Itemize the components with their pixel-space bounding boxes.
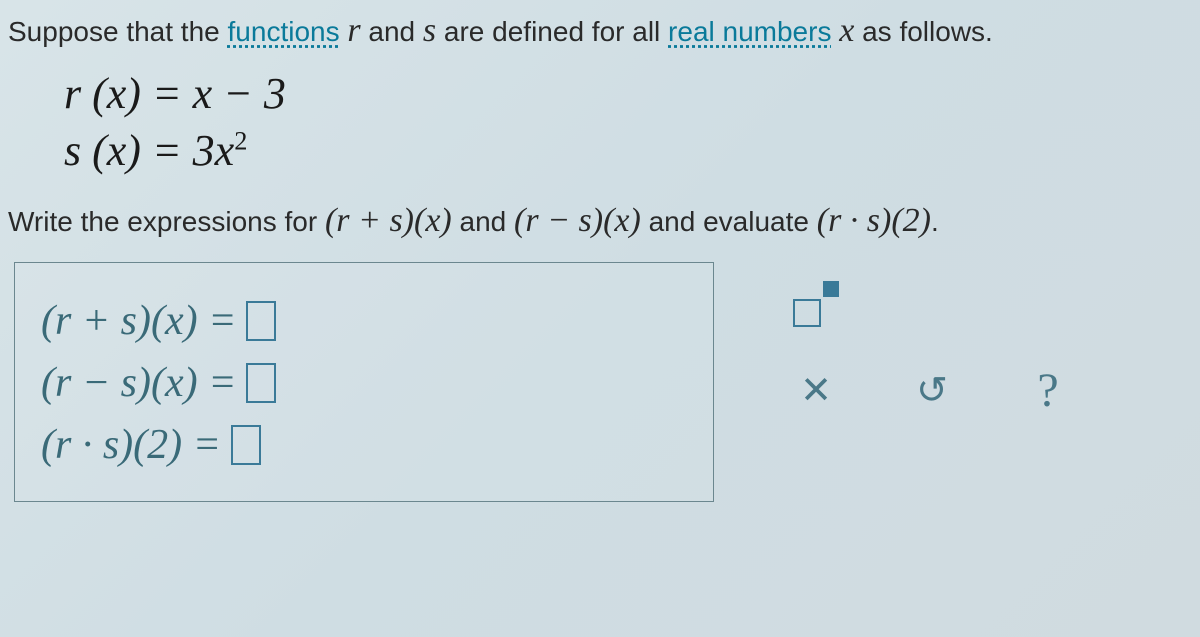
r-definition: r (x) = x − 3 [64,68,1192,119]
functions-link[interactable]: functions [228,16,340,47]
instruction-text: Write the expressions for (r + s)(x) and… [8,202,1192,240]
answer-box: (r + s)(x) = (r − s)(x) = (r · s)(2) = [14,262,714,502]
expr-rdot-s: (r · s)(2) [817,202,931,239]
s-definition: s (x) = 3x2 [64,125,1192,176]
q-mid2: are defined for all [436,16,668,47]
q-prefix: Suppose that the [8,16,228,47]
instr-p1: Write the expressions for [8,206,325,237]
s-def-text: s (x) = 3x [64,126,234,175]
exponent-button[interactable] [782,274,850,334]
ans1-label: (r + s)(x) = [41,297,236,345]
answer-input-2[interactable] [246,363,276,403]
help-icon: ? [1037,363,1058,418]
answer-input-1[interactable] [246,301,276,341]
var-r: r [347,12,360,49]
ans3-label: (r · s)(2) = [41,421,221,469]
ans2-label: (r − s)(x) = [41,359,236,407]
answer-line-3: (r · s)(2) = [41,421,681,469]
q-suffix: as follows. [854,16,993,47]
instr-p4: . [931,206,939,237]
function-definitions: r (x) = x − 3 s (x) = 3x2 [64,68,1192,176]
exponent-icon [793,281,839,327]
answer-line-2: (r − s)(x) = [41,359,681,407]
reset-button[interactable]: ↺ [898,360,966,420]
expr-rplus-s: (r + s)(x) [325,202,452,239]
answer-line-1: (r + s)(x) = [41,297,681,345]
x-icon: ✕ [800,368,832,413]
question-text: Suppose that the functions r and s are d… [8,12,1192,50]
answer-input-3[interactable] [231,425,261,465]
expr-rminus-s: (r − s)(x) [514,202,641,239]
reset-icon: ↺ [916,368,948,413]
q-and: and [361,16,423,47]
r-def-text: r (x) = x − 3 [64,69,286,118]
s-def-exp: 2 [234,125,247,155]
var-x: x [839,12,854,49]
toolbox: ✕ ↺ ? [782,274,1082,420]
clear-button[interactable]: ✕ [782,360,850,420]
instr-p3: and evaluate [641,206,817,237]
real-numbers-link[interactable]: real numbers [668,16,831,47]
help-button[interactable]: ? [1014,360,1082,420]
answer-row: (r + s)(x) = (r − s)(x) = (r · s)(2) = ✕ [8,262,1192,502]
var-s: s [423,12,436,49]
instr-p2: and [452,206,514,237]
